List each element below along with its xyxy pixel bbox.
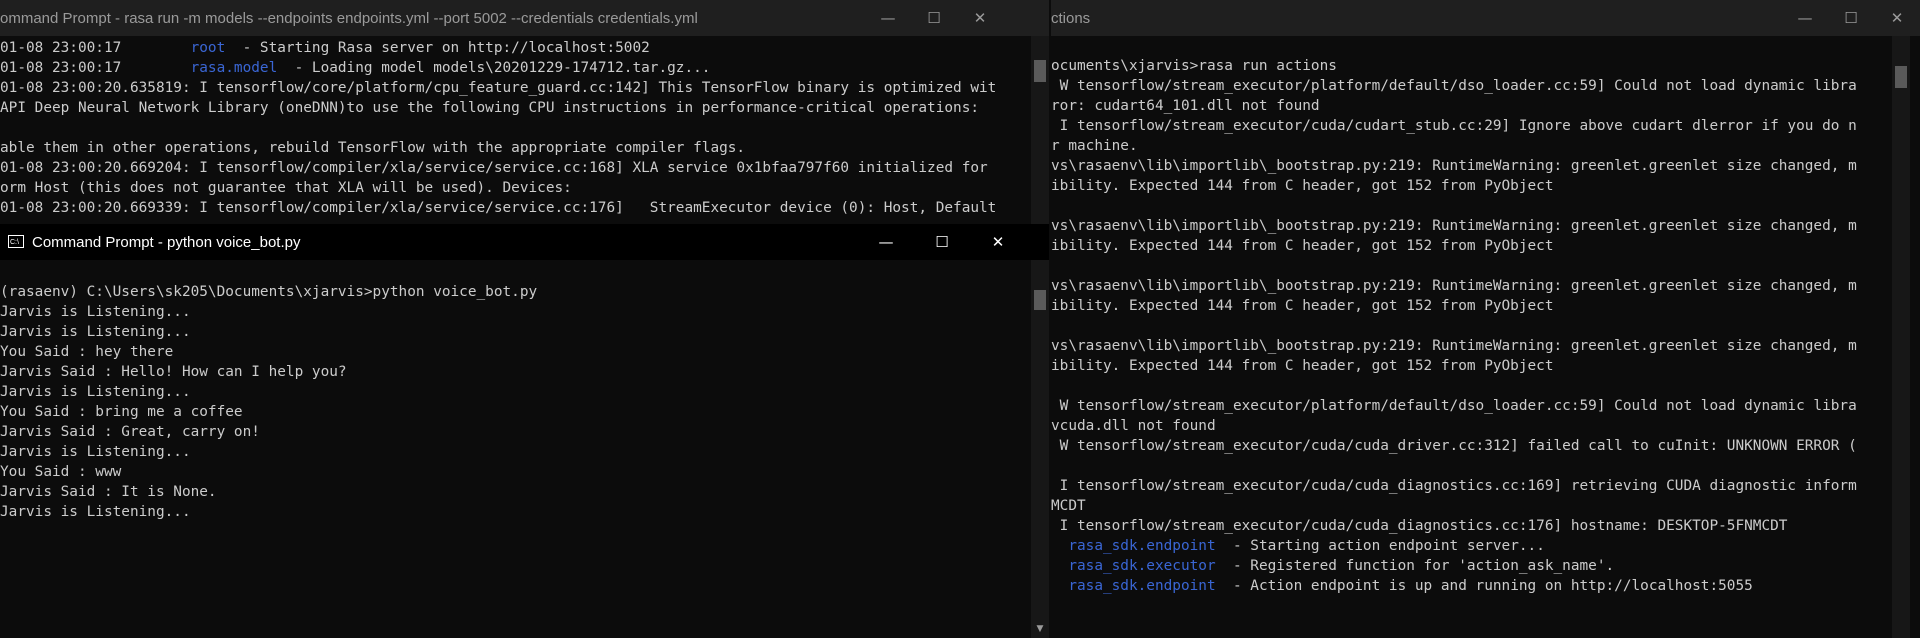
console-line: (rasaenv) C:\Users\sk205\Documents\xjarv… [0, 284, 538, 300]
console-line: rasa_sdk.executor - Registered function … [1051, 556, 1890, 576]
rasa-server-window[interactable]: ommand Prompt - rasa run -m models --end… [0, 0, 1049, 224]
logger-name: rasa_sdk.executor [1068, 558, 1216, 574]
window-title: Command Prompt - python voice_bot.py [32, 234, 301, 251]
close-button[interactable]: ✕ [975, 224, 1021, 260]
maximize-button[interactable]: ☐ [1828, 0, 1874, 36]
console-line: You Said : www [0, 464, 122, 480]
console-line: ibility. Expected 144 from C header, got… [1051, 178, 1554, 194]
log-text: - Starting Rasa server on http://localho… [225, 40, 650, 56]
console-line: ror: cudart64_101.dll not found [1051, 98, 1320, 114]
logger-name: rasa_sdk.endpoint [1068, 538, 1216, 554]
console-line: 01-08 23:00:20.669204: I tensorflow/comp… [0, 160, 988, 176]
console-line: I tensorflow/stream_executor/cuda/cuda_d… [1051, 478, 1857, 494]
console-output[interactable]: 01-08 23:00:17 root - Starting Rasa serv… [0, 38, 1030, 224]
minimize-button[interactable]: — [865, 0, 911, 36]
console-line: ocuments\xjarvis>rasa run actions [1051, 58, 1337, 74]
rasa-server-titlebar[interactable]: ommand Prompt - rasa run -m models --end… [0, 0, 1049, 36]
maximize-button[interactable]: ☐ [919, 224, 965, 260]
console-line: orm Host (this does not guarantee that X… [0, 180, 572, 196]
console-line: rasa_sdk.endpoint - Starting action endp… [1051, 536, 1890, 556]
console-line: 01-08 23:00:20.669339: I tensorflow/comp… [0, 200, 997, 216]
console-line: W tensorflow/stream_executor/platform/de… [1051, 398, 1857, 414]
console-line: vcuda.dll not found [1051, 418, 1216, 434]
logger-name: rasa.model [190, 60, 278, 76]
minimize-button[interactable]: — [1782, 0, 1828, 36]
logger-name: root [190, 40, 226, 56]
close-button[interactable]: ✕ [1874, 0, 1920, 36]
log-text: - Action endpoint is up and running on h… [1215, 578, 1753, 594]
console-line: API Deep Neural Network Library (oneDNN)… [0, 100, 980, 116]
console-line: 01-08 23:00:20.635819: I tensorflow/core… [0, 80, 997, 96]
console-line: vs\rasaenv\lib\importlib\_bootstrap.py:2… [1051, 338, 1857, 354]
vertical-scrollbar[interactable] [1031, 36, 1049, 224]
maximize-button[interactable]: ☐ [911, 0, 957, 36]
log-text: - Starting action endpoint server... [1215, 538, 1545, 554]
console-line: vs\rasaenv\lib\importlib\_bootstrap.py:2… [1051, 158, 1857, 174]
console-line: Jarvis is Listening... [0, 324, 191, 340]
console-line: Jarvis Said : It is None. [0, 484, 217, 500]
scrollbar-thumb[interactable] [1034, 60, 1046, 82]
logger-name: rasa_sdk.endpoint [1068, 578, 1216, 594]
scroll-down-arrow-icon[interactable]: ▼ [1031, 620, 1049, 638]
console-line: Jarvis is Listening... [0, 444, 191, 460]
log-text: 01-08 23:00:17 [0, 40, 191, 56]
rasa-actions-window[interactable]: ctions — ☐ ✕ ocuments\xjarvis>rasa run a… [1051, 0, 1920, 638]
log-text: - Registered function for 'action_ask_na… [1215, 558, 1615, 574]
scrollbar-thumb[interactable] [1034, 290, 1046, 310]
console-line: ibility. Expected 144 from C header, got… [1051, 358, 1554, 374]
console-line: 01-08 23:00:17 rasa.model - Loading mode… [0, 58, 1030, 78]
console-line: You Said : hey there [0, 344, 174, 360]
console-line: W tensorflow/stream_executor/cuda/cuda_d… [1051, 438, 1857, 454]
console-line: W tensorflow/stream_executor/platform/de… [1051, 78, 1857, 94]
console-line: Jarvis Said : Great, carry on! [0, 424, 260, 440]
console-line: I tensorflow/stream_executor/cuda/cuda_d… [1051, 518, 1788, 534]
console-line: able them in other operations, rebuild T… [0, 140, 746, 156]
minimize-button[interactable]: — [863, 224, 909, 260]
console-line: vs\rasaenv\lib\importlib\_bootstrap.py:2… [1051, 278, 1857, 294]
console-line: 01-08 23:00:17 root - Starting Rasa serv… [0, 38, 1030, 58]
console-line: Jarvis Said : Hello! How can I help you? [0, 364, 347, 380]
log-text: 01-08 23:00:17 [0, 60, 191, 76]
close-button[interactable]: ✕ [957, 0, 1003, 36]
rasa-actions-titlebar[interactable]: ctions — ☐ ✕ [1051, 0, 1920, 36]
voice-bot-window[interactable]: C:\ Command Prompt - python voice_bot.py… [0, 224, 1049, 638]
console-line: Jarvis is Listening... [0, 304, 191, 320]
console-line: vs\rasaenv\lib\importlib\_bootstrap.py:2… [1051, 218, 1857, 234]
console-line: Jarvis is Listening... [0, 504, 191, 520]
console-line: You Said : bring me a coffee [0, 404, 243, 420]
vertical-scrollbar[interactable]: ▼ [1031, 260, 1049, 638]
scrollbar-thumb[interactable] [1895, 66, 1907, 88]
console-line: I tensorflow/stream_executor/cuda/cudart… [1051, 118, 1857, 134]
window-title: ommand Prompt - rasa run -m models --end… [0, 10, 698, 27]
console-line: r machine. [1051, 138, 1138, 154]
command-prompt-icon: C:\ [8, 235, 24, 248]
vertical-scrollbar[interactable] [1892, 36, 1910, 638]
window-title: ctions [1051, 10, 1091, 27]
console-line: ibility. Expected 144 from C header, got… [1051, 298, 1554, 314]
log-text: - Loading model models\20201229-174712.t… [277, 60, 711, 76]
console-line: Jarvis is Listening... [0, 384, 191, 400]
console-line: MCDT [1051, 498, 1086, 514]
console-line: rasa_sdk.endpoint - Action endpoint is u… [1051, 576, 1890, 596]
console-output[interactable]: ocuments\xjarvis>rasa run actions W tens… [1051, 36, 1890, 638]
console-line: ibility. Expected 144 from C header, got… [1051, 238, 1554, 254]
console-output[interactable]: (rasaenv) C:\Users\sk205\Documents\xjarv… [0, 262, 1030, 638]
voice-bot-titlebar[interactable]: C:\ Command Prompt - python voice_bot.py… [0, 224, 1049, 260]
